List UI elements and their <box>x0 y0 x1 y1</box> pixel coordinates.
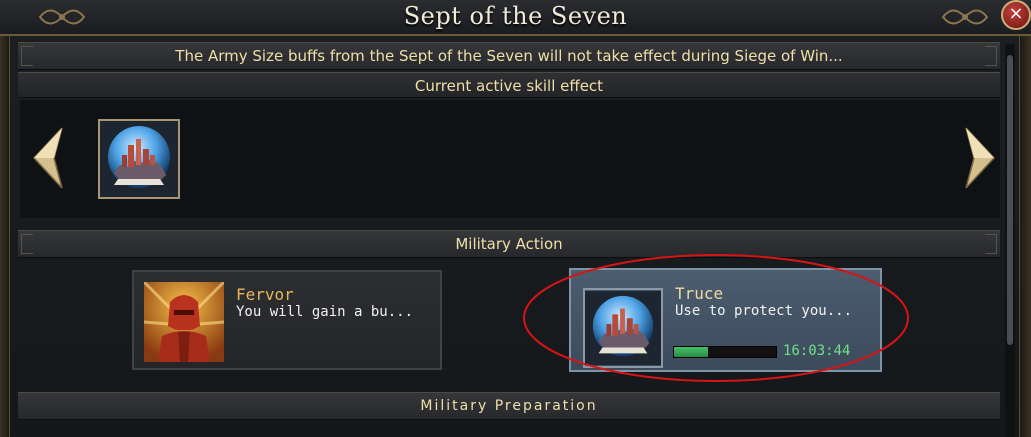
siege-notice: The Army Size buffs from the Sept of the… <box>18 42 1000 70</box>
current-effect-header: Current active skill effect <box>18 72 1000 98</box>
siege-notice-text: The Army Size buffs from the Sept of the… <box>175 47 843 65</box>
previous-arrow-icon[interactable] <box>28 126 68 190</box>
frame-border-right <box>1019 36 1031 437</box>
red-highlight-circle <box>523 254 909 382</box>
game-window: Sept of the Seven × The Army Size buffs … <box>0 0 1031 437</box>
next-arrow-icon[interactable] <box>960 126 1000 190</box>
scrollbar-thumb[interactable] <box>1007 55 1013 345</box>
strip-corner-right <box>985 46 997 66</box>
action-card-fervor[interactable]: Fervor You will gain a bu... <box>132 270 442 370</box>
military-preparation-header-text: Military Preparation <box>420 398 598 414</box>
close-button[interactable]: × <box>1001 0 1031 30</box>
action-name: Fervor <box>236 285 294 304</box>
military-preparation-header: Military Preparation <box>18 392 1000 420</box>
title-bar: Sept of the Seven × <box>0 0 1031 36</box>
strip-corner-left <box>21 46 33 66</box>
action-description: You will gain a bu... <box>236 304 414 320</box>
current-effect-header-text: Current active skill effect <box>414 77 604 95</box>
strip-corner-right <box>985 234 997 254</box>
ornament-right-icon <box>941 9 989 25</box>
window-title: Sept of the Seven <box>403 2 628 30</box>
fortress-globe-icon <box>100 121 178 197</box>
active-skill-slot[interactable] <box>98 119 180 199</box>
frame-border-left <box>0 36 10 437</box>
strip-corner-left <box>21 234 33 254</box>
knight-helmet-icon <box>142 280 226 362</box>
